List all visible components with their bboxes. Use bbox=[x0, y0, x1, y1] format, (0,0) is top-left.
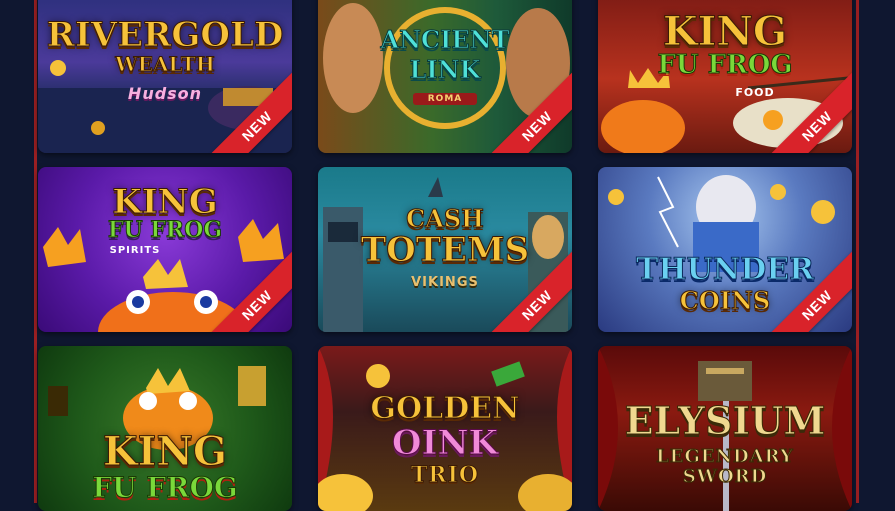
game-subtitle: SPIRITS bbox=[109, 245, 161, 256]
game-tile-ancient-link[interactable]: ANCIENT LINK ROMA NEW bbox=[318, 0, 572, 153]
game-subtitle: TRIO bbox=[410, 462, 480, 489]
game-title-line1: ANCIENT bbox=[380, 25, 510, 54]
game-title-line2: FU FROG bbox=[92, 471, 239, 504]
game-title-line2: WEALTH bbox=[115, 52, 215, 76]
game-title-line2: FU FROG bbox=[657, 50, 793, 80]
game-title-line1: KING bbox=[662, 8, 788, 55]
game-title-line2: FU FROG bbox=[107, 217, 223, 243]
frame-border-left bbox=[34, 0, 37, 503]
game-tile-cash-totems-vikings[interactable]: CASH TOTEMS VIKINGS NEW bbox=[318, 167, 572, 332]
game-title-line1: GOLDEN bbox=[370, 391, 520, 426]
game-title-line1: RIVERGOLD bbox=[46, 15, 284, 55]
game-subtitle-line2: SWORD bbox=[682, 466, 768, 488]
game-tile-thunder-coins[interactable]: THUNDER COINS NEW bbox=[598, 167, 852, 332]
game-tile-king-fu-frog[interactable]: KING FU FROG bbox=[38, 346, 292, 511]
game-title-line2: LINK bbox=[409, 55, 481, 84]
game-title-line1: KING bbox=[112, 182, 219, 222]
game-title-line1: THUNDER bbox=[635, 252, 815, 287]
game-tile-king-fu-frog-food[interactable]: KING FU FROG FOOD NEW bbox=[598, 0, 852, 153]
game-title-line1: ELYSIUM bbox=[624, 398, 826, 443]
game-subtitle: Hudson bbox=[127, 84, 203, 103]
game-title-line2: TOTEMS bbox=[360, 230, 530, 270]
game-title-line2: OINK bbox=[391, 423, 499, 463]
game-tile-rivergold-wealth[interactable]: RIVERGOLD WEALTH Hudson NEW bbox=[38, 0, 292, 153]
game-title-line1: KING bbox=[102, 428, 228, 475]
game-tile-elysium-legendary-sword[interactable]: ELYSIUM LEGENDARY SWORD bbox=[598, 346, 852, 511]
game-subtitle: FOOD bbox=[735, 86, 775, 99]
frame-border-right bbox=[856, 0, 859, 503]
game-subtitle-line1: LEGENDARY bbox=[656, 446, 794, 468]
game-title-line1: CASH bbox=[406, 204, 485, 233]
game-tile-golden-oink-trio[interactable]: GOLDEN OINK TRIO bbox=[318, 346, 572, 511]
game-tile-king-fu-frog-spirits[interactable]: KING FU FROG SPIRITS NEW bbox=[38, 167, 292, 332]
game-grid: RIVERGOLD WEALTH Hudson NEW ANCIENT LINK… bbox=[38, 0, 852, 511]
game-subtitle: ROMA bbox=[427, 94, 463, 104]
